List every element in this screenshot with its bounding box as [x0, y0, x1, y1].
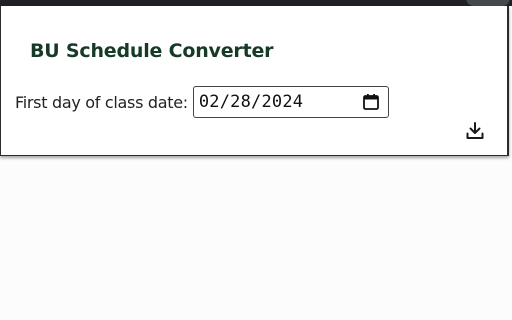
first-day-date-input[interactable]: 02/28/2024 — [192, 86, 389, 118]
popup-title: BU Schedule Converter — [30, 40, 274, 62]
date-value[interactable]: 02/28/2024 — [199, 92, 362, 112]
date-row: First day of class date: 02/28/2024 — [15, 86, 389, 118]
download-icon — [464, 120, 486, 146]
download-button[interactable] — [461, 119, 489, 147]
date-label: First day of class date: — [15, 92, 188, 112]
calendar-icon[interactable] — [362, 93, 380, 111]
extension-popup: BU Schedule Converter First day of class… — [0, 6, 509, 156]
